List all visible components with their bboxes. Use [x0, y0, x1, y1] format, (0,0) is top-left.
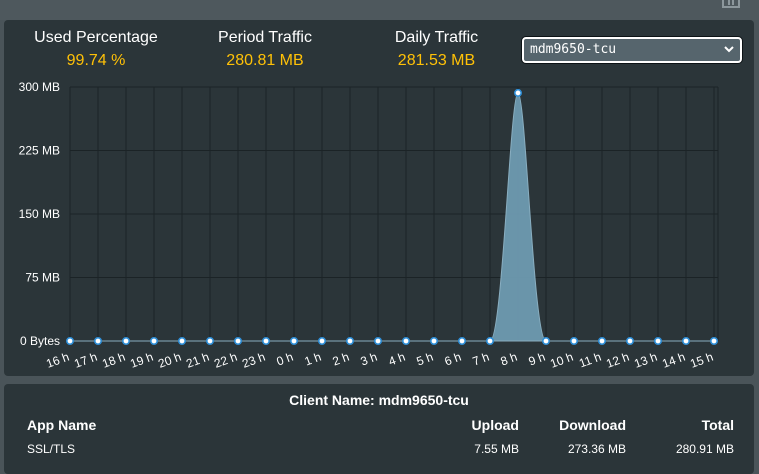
x-tick-label: 2 h: [331, 350, 351, 369]
y-tick-label: 0 Bytes: [20, 334, 60, 348]
data-point: [206, 336, 215, 345]
data-point: [541, 336, 550, 345]
x-tick-label: 0 h: [275, 350, 295, 369]
data-point: [317, 336, 326, 345]
data-point: [653, 336, 662, 345]
data-point: [485, 336, 494, 345]
chart-grid: [69, 86, 719, 342]
y-tick-label: 150 MB: [19, 207, 60, 221]
data-point: [457, 336, 466, 345]
x-tick-label: 21 h: [184, 350, 211, 371]
data-point: [681, 336, 690, 345]
data-point: [178, 336, 187, 345]
x-tick-label: 13 h: [632, 350, 659, 371]
data-point: [261, 336, 270, 345]
data-points: [66, 88, 718, 345]
x-tick-label: 10 h: [548, 350, 575, 371]
column-header-total: Total: [701, 417, 734, 433]
column-header-app: App Name: [27, 417, 97, 433]
column-header-download: Download: [559, 417, 626, 433]
y-tick-label: 75 MB: [25, 271, 60, 285]
column-header-upload: Upload: [471, 417, 519, 433]
y-tick-label: 300 MB: [19, 80, 60, 94]
data-point: [597, 336, 606, 345]
y-tick-label: 225 MB: [19, 144, 60, 158]
x-tick-label: 18 h: [100, 350, 127, 371]
data-point: [345, 336, 354, 345]
x-tick-label: 17 h: [72, 350, 99, 371]
client-name-title: Client Name: mdm9650-tcu: [289, 392, 469, 408]
data-point: [513, 88, 522, 97]
data-point: [122, 336, 131, 345]
x-tick-label: 15 h: [688, 350, 715, 371]
data-point: [150, 336, 159, 345]
traffic-area-fill: [70, 92, 714, 342]
data-point: [625, 336, 634, 345]
x-tick-label: 8 h: [499, 350, 519, 369]
data-point: [66, 336, 75, 345]
data-point: [94, 336, 103, 345]
x-tick-label: 14 h: [660, 350, 687, 371]
x-tick-label: 5 h: [415, 350, 435, 369]
app-name-cell: SSL/TLS: [27, 442, 76, 456]
traffic-area: [70, 92, 714, 342]
x-tick-label: 22 h: [212, 350, 239, 371]
x-tick-label: 23 h: [240, 350, 267, 371]
x-tick-label: 11 h: [577, 350, 603, 371]
x-tick-label: 3 h: [359, 350, 379, 369]
data-point: [569, 336, 578, 345]
download-cell: 273.36 MB: [567, 442, 626, 456]
y-axis-ticks: 0 Bytes 75 MB 150 MB 225 MB 300 MB: [19, 80, 60, 348]
data-point: [289, 336, 298, 345]
x-tick-label: 16 h: [44, 350, 71, 371]
data-point: [401, 336, 410, 345]
data-point: [429, 336, 438, 345]
data-point: [709, 336, 718, 345]
x-tick-label: 20 h: [156, 350, 183, 371]
x-tick-label: 1 h: [303, 350, 323, 369]
x-tick-label: 19 h: [128, 350, 155, 371]
x-tick-label: 12 h: [604, 350, 631, 371]
traffic-chart: 0 Bytes75 MB150 MB225 MB300 MB 16 h 17 h1…: [19, 80, 719, 371]
x-tick-label: 9 h: [527, 350, 547, 369]
x-axis-ticks: 16 h 17 h 18 h 19 h 20 h 21 h 22 h 23 h 0 h 1 h 2 …: [44, 350, 715, 371]
data-point: [234, 336, 243, 345]
data-point: [373, 336, 382, 345]
upload-cell: 7.55 MB: [474, 442, 519, 456]
x-tick-label: 7 h: [471, 350, 491, 369]
x-tick-label: 6 h: [443, 350, 463, 369]
x-tick-label: 4 h: [387, 350, 407, 369]
total-cell: 280.91 MB: [675, 442, 734, 456]
